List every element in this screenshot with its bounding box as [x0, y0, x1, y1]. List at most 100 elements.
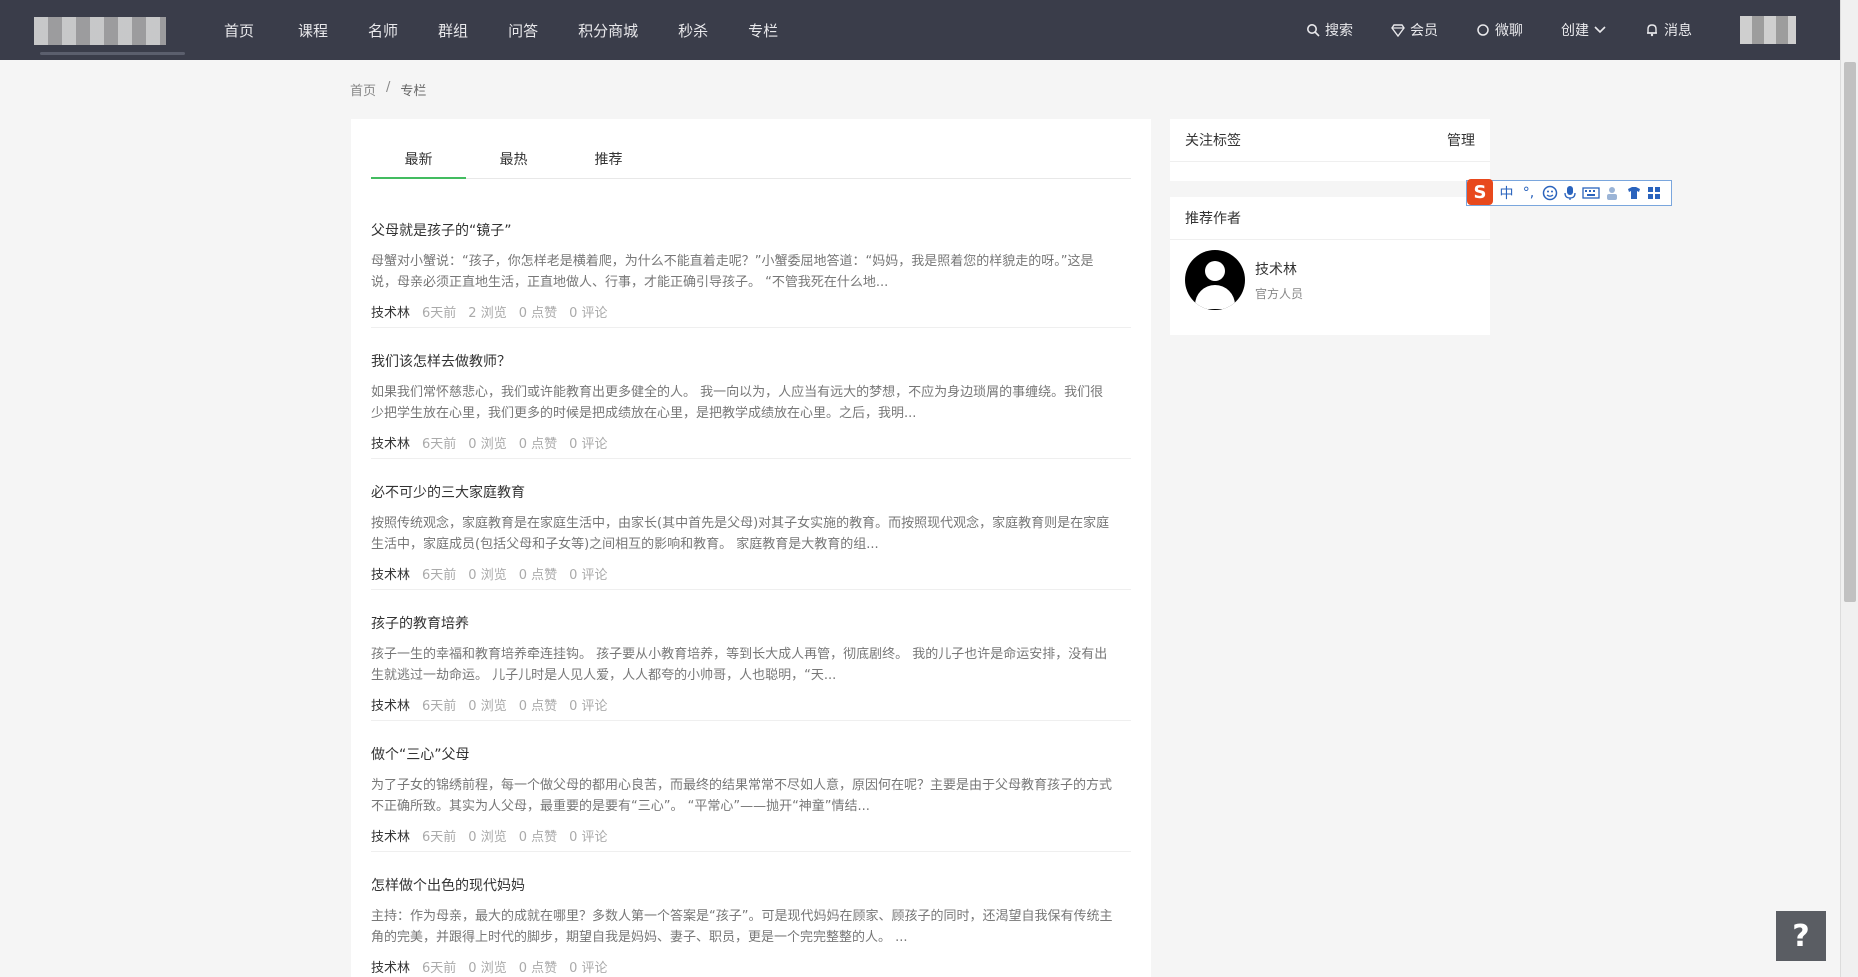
article-item: 父母就是孩子的“镜子” 母蟹对小蟹说：“孩子，你怎样老是横着爬，为什么不能直着走…: [371, 197, 1131, 328]
ime-mode-toggle[interactable]: 中: [1498, 183, 1515, 203]
chat-label: 微聊: [1495, 23, 1523, 39]
ime-punctuation-toggle[interactable]: °,: [1520, 185, 1537, 201]
chat-icon: [1477, 24, 1489, 36]
article-time: 6天前: [422, 699, 457, 714]
page-scrollbar[interactable]: [1840, 0, 1858, 977]
breadcrumb-separator: /: [386, 80, 391, 95]
article-summary: 如果我们常怀慈悲心，我们或许能教育出更多健全的人。 我一向以为，人应当有远大的梦…: [371, 385, 1104, 421]
article-likes: 0 点赞: [518, 961, 558, 976]
nav-home[interactable]: 首页: [224, 20, 254, 41]
article-views: 2 浏览: [468, 306, 507, 321]
article-title[interactable]: 我们该怎样去做教师？: [371, 351, 1131, 371]
vip-label: 会员: [1410, 23, 1438, 39]
logo-underline: [40, 52, 185, 55]
microphone-icon[interactable]: [1563, 185, 1577, 201]
article-likes: 0 点赞: [518, 830, 558, 845]
manage-tags-link[interactable]: 管理: [1447, 130, 1475, 150]
search-link[interactable]: 搜索: [1306, 20, 1353, 40]
help-button[interactable]: ?: [1776, 911, 1826, 961]
nav-flash-sale[interactable]: 秒杀: [678, 20, 708, 41]
ime-logo[interactable]: S: [1467, 179, 1493, 205]
article-author[interactable]: 技术林: [371, 957, 410, 976]
followed-tags-panel: 关注标签 管理: [1170, 119, 1490, 181]
article-time: 6天前: [422, 437, 457, 452]
article-summary: 孩子一生的幸福和教育培养牵连挂钩。 孩子要从小教育培养，等到长大成人再管，彻底剧…: [371, 647, 1108, 683]
followed-tags-header: 关注标签 管理: [1170, 119, 1490, 162]
article-time: 6天前: [422, 306, 457, 321]
article-item: 必不可少的三大家庭教育 按照传统观念，家庭教育是在家庭生活中，由家长(其中首先是…: [371, 459, 1131, 590]
smiley-icon[interactable]: [1542, 185, 1558, 201]
toolbox-grid-icon[interactable]: [1647, 186, 1661, 200]
article-title[interactable]: 孩子的教育培养: [371, 613, 1131, 633]
author-avatar[interactable]: [1185, 250, 1245, 310]
article-views: 0 浏览: [468, 961, 507, 976]
article-meta: 技术林 6天前 0 浏览 0 点赞 0 评论: [371, 826, 1131, 845]
article-summary: 母蟹对小蟹说：“孩子，你怎样老是横着爬，为什么不能直着走呢？”小蟹委屈地答道：“…: [371, 254, 1094, 290]
scrollbar-thumb[interactable]: [1844, 62, 1856, 602]
article-title[interactable]: 父母就是孩子的“镜子”: [371, 220, 1131, 240]
create-label: 创建: [1561, 23, 1589, 39]
article-item: 怎样做个出色的现代妈妈 主持：作为母亲，最大的成就在哪里？多数人第一个答案是“孩…: [371, 852, 1131, 977]
article-views: 0 浏览: [468, 699, 507, 714]
keyboard-icon[interactable]: [1582, 186, 1600, 200]
article-views: 0 浏览: [468, 568, 507, 583]
article-author[interactable]: 技术林: [371, 826, 410, 845]
recommended-authors-title: 推荐作者: [1170, 197, 1490, 240]
article-tabs: 最新 最热 推荐: [371, 149, 1131, 179]
nav-teachers[interactable]: 名师: [368, 20, 398, 41]
nav-column[interactable]: 专栏: [748, 20, 778, 41]
article-author[interactable]: 技术林: [371, 564, 410, 583]
article-views: 0 浏览: [468, 437, 507, 452]
article-title[interactable]: 怎样做个出色的现代妈妈: [371, 875, 1131, 895]
tab-recommended[interactable]: 推荐: [561, 149, 656, 178]
article-meta: 技术林 6天前 0 浏览 0 点赞 0 评论: [371, 433, 1131, 452]
article-likes: 0 点赞: [518, 568, 558, 583]
article-title[interactable]: 必不可少的三大家庭教育: [371, 482, 1131, 502]
article-author[interactable]: 技术林: [371, 695, 410, 714]
right-nav: 搜索 会员 微聊 创建 消息: [1268, 0, 1796, 60]
article-likes: 0 点赞: [518, 306, 558, 321]
nav-qa[interactable]: 问答: [508, 20, 538, 41]
author-name[interactable]: 技术林: [1255, 259, 1303, 279]
messages-label: 消息: [1664, 23, 1692, 39]
messages-link[interactable]: 消息: [1645, 20, 1692, 40]
chat-link[interactable]: 微聊: [1476, 20, 1523, 40]
article-list: 父母就是孩子的“镜子” 母蟹对小蟹说：“孩子，你怎样老是横着爬，为什么不能直着走…: [371, 197, 1131, 977]
article-comments: 0 评论: [569, 961, 608, 976]
article-author[interactable]: 技术林: [371, 433, 410, 452]
nav-courses[interactable]: 课程: [298, 20, 328, 41]
breadcrumb: 首页 / 专栏: [350, 80, 426, 99]
article-summary: 按照传统观念，家庭教育是在家庭生活中，由家长(其中首先是父母)对其子女实施的教育…: [371, 516, 1110, 552]
breadcrumb-home[interactable]: 首页: [350, 80, 376, 99]
site-logo[interactable]: [34, 17, 166, 45]
chevron-down-icon: [1594, 26, 1606, 34]
article-likes: 0 点赞: [518, 437, 558, 452]
article-item: 孩子的教育培养 孩子一生的幸福和教育培养牵连挂钩。 孩子要从小教育培养，等到长大…: [371, 590, 1131, 721]
tab-hottest[interactable]: 最热: [466, 149, 561, 178]
tab-latest[interactable]: 最新: [371, 149, 466, 179]
followed-tags-title: 关注标签: [1185, 133, 1241, 149]
author-card[interactable]: 技术林 官方人员: [1185, 250, 1303, 310]
article-panel: 最新 最热 推荐 父母就是孩子的“镜子” 母蟹对小蟹说：“孩子，你怎样老是横着爬…: [351, 119, 1151, 977]
bell-icon: [1647, 24, 1657, 37]
article-comments: 0 评论: [569, 699, 608, 714]
ime-toolbar: S 中 °,: [1466, 179, 1672, 206]
user-avatar[interactable]: [1740, 16, 1796, 44]
breadcrumb-current: 专栏: [400, 84, 427, 99]
article-time: 6天前: [422, 830, 457, 845]
skin-icon[interactable]: [1626, 185, 1642, 201]
nav-points-mall[interactable]: 积分商城: [578, 20, 638, 41]
user-settings-icon[interactable]: [1605, 185, 1621, 201]
diamond-icon: [1391, 24, 1405, 37]
article-meta: 技术林 6天前 2 浏览 0 点赞 0 评论: [371, 302, 1131, 321]
create-dropdown[interactable]: 创建: [1561, 20, 1607, 40]
article-comments: 0 评论: [569, 306, 608, 321]
author-info: 技术林 官方人员: [1255, 259, 1303, 302]
article-author[interactable]: 技术林: [371, 302, 410, 321]
author-role: 官方人员: [1255, 286, 1304, 301]
article-views: 0 浏览: [468, 830, 507, 845]
article-likes: 0 点赞: [518, 699, 558, 714]
article-title[interactable]: 做个“三心”父母: [371, 744, 1131, 764]
nav-groups[interactable]: 群组: [438, 20, 468, 41]
vip-link[interactable]: 会员: [1391, 20, 1438, 40]
